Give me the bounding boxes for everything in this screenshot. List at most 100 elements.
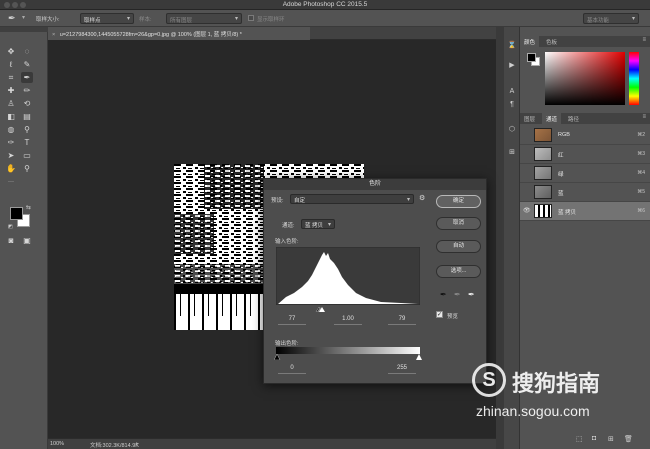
quick-select-tool-icon[interactable]: ✎: [21, 59, 33, 70]
cancel-button[interactable]: 取消: [436, 217, 481, 230]
document-tab[interactable]: × u=2127984300,1445055728fm=26&gp=0.jpg …: [48, 27, 310, 40]
channel-row-green[interactable]: 绿 ⌘4: [520, 164, 650, 183]
output-black-field[interactable]: 0: [278, 365, 306, 374]
eyedropper-tool-icon[interactable]: ✒: [21, 72, 33, 83]
sample-size-value: 取样点: [84, 18, 101, 24]
levels-dialog-title[interactable]: 色阶: [264, 179, 486, 190]
rectangle-tool-icon[interactable]: ▭: [21, 150, 33, 161]
blur-tool-icon[interactable]: ◍: [5, 124, 17, 135]
crop-tool-icon[interactable]: ⌗: [5, 72, 17, 83]
hue-slider[interactable]: [629, 52, 639, 105]
swap-colors-icon[interactable]: ⇆: [26, 204, 31, 211]
default-colors-icon[interactable]: ◩: [8, 224, 13, 230]
delete-channel-icon[interactable]: 🗑: [624, 435, 633, 443]
sample-select[interactable]: 所有图层: [166, 13, 242, 24]
input-levels-histogram: [276, 247, 420, 305]
input-levels-slider[interactable]: [276, 306, 420, 312]
options-button[interactable]: 选项...: [436, 265, 481, 278]
toolbar-grip[interactable]: [0, 27, 48, 32]
white-point-eyedropper-icon[interactable]: ✒: [468, 290, 475, 299]
channel-thumbnail: [534, 128, 552, 142]
input-levels-label: 输入色阶:: [275, 239, 299, 245]
eraser-tool-icon[interactable]: ◧: [5, 111, 17, 122]
actions-panel-icon[interactable]: ▶: [507, 61, 517, 71]
gradient-tool-icon[interactable]: ▤: [21, 111, 33, 122]
tab-channels[interactable]: 通道: [542, 113, 562, 124]
gray-point-eyedropper-icon[interactable]: ✒: [454, 290, 461, 299]
pen-tool-icon[interactable]: ✑: [5, 137, 17, 148]
healing-brush-tool-icon[interactable]: ✚: [5, 85, 17, 96]
color-saturation-field[interactable]: [545, 52, 625, 105]
hand-tool-icon[interactable]: ✋: [5, 163, 17, 174]
preset-select[interactable]: 自定: [290, 194, 414, 204]
channel-shortcut: ⌘6: [637, 208, 645, 214]
character-panel-icon[interactable]: A: [507, 87, 517, 97]
sample-size-select[interactable]: 取样点: [80, 13, 134, 24]
black-point-eyedropper-icon[interactable]: ✒: [440, 290, 447, 299]
output-black-handle[interactable]: [274, 354, 281, 360]
channel-name: 红: [558, 153, 564, 159]
input-white-field[interactable]: 79: [388, 316, 416, 325]
path-select-tool-icon[interactable]: ➤: [5, 150, 17, 161]
eyedropper-tool-icon[interactable]: ✒: [8, 13, 16, 24]
workspace-value: 基本功能: [587, 18, 610, 24]
close-document-icon[interactable]: ×: [52, 32, 55, 38]
channel-name: 绿: [558, 172, 564, 178]
channels-panel-menu-icon[interactable]: ≡: [642, 114, 646, 120]
marquee-tool-icon[interactable]: ◌: [21, 46, 33, 57]
preview-checkbox[interactable]: ✓: [436, 311, 443, 318]
color-panel-foreground-swatch[interactable]: [527, 53, 536, 62]
adjustments-panel-icon[interactable]: ⊞: [507, 148, 517, 158]
output-gradient-bar: [276, 347, 420, 354]
paragraph-panel-icon[interactable]: ¶: [507, 100, 517, 110]
quick-mask-icon[interactable]: ◙: [5, 235, 17, 246]
channel-select[interactable]: 蓝 拷贝: [301, 219, 335, 229]
sample-size-label: 取样大小:: [36, 17, 60, 23]
document-tab-bar: × u=2127984300,1445055728fm=26&gp=0.jpg …: [48, 27, 496, 40]
zoom-tool-icon[interactable]: ⚲: [21, 163, 33, 174]
screen-mode-icon[interactable]: ▣: [21, 235, 33, 246]
output-white-field[interactable]: 255: [388, 365, 416, 374]
tool-preset-chevron-icon[interactable]: ▾: [22, 14, 25, 21]
history-panel-icon[interactable]: ⌛: [507, 41, 517, 51]
type-tool-icon[interactable]: T: [21, 137, 33, 148]
lasso-tool-icon[interactable]: ℓ: [5, 59, 17, 70]
more-tools-icon[interactable]: ···: [5, 177, 17, 188]
show-ring-checkbox[interactable]: [248, 15, 254, 21]
tab-paths[interactable]: 路径: [564, 113, 583, 124]
tab-layers[interactable]: 图层: [520, 113, 539, 124]
channel-row-blue-copy[interactable]: 👁 蓝 拷贝 ⌘6: [520, 202, 650, 221]
tab-color[interactable]: 颜色: [520, 36, 540, 47]
channel-name: 蓝 拷贝: [558, 210, 577, 216]
load-selection-icon[interactable]: ⬚: [576, 435, 583, 443]
status-menu-arrow-icon[interactable]: ▸: [136, 441, 139, 447]
channel-row-red[interactable]: 红 ⌘3: [520, 145, 650, 164]
tab-swatches[interactable]: 色板: [542, 36, 561, 47]
channel-shortcut: ⌘5: [637, 189, 645, 195]
history-brush-tool-icon[interactable]: ⟲: [21, 98, 33, 109]
new-channel-icon[interactable]: ⊞: [608, 435, 614, 443]
input-black-field[interactable]: 77: [278, 316, 306, 325]
options-bar: ✒ ▾ 取样大小: 取样点 样本: 所有图层 显示取样环 基本功能: [0, 10, 650, 27]
zoom-level[interactable]: 100%: [50, 441, 64, 447]
channels-panel-tabs: 图层 通道 路径 ≡: [520, 113, 650, 124]
output-levels-slider[interactable]: [274, 354, 422, 360]
dodge-tool-icon[interactable]: ⚲: [21, 124, 33, 135]
channel-visibility-eye-icon[interactable]: 👁: [523, 207, 531, 214]
brush-tool-icon[interactable]: ✏: [21, 85, 33, 96]
channel-name: RGB: [558, 132, 570, 138]
workspace-select[interactable]: 基本功能: [583, 13, 639, 24]
3d-panel-icon[interactable]: ⬡: [507, 125, 517, 135]
preset-options-gear-icon[interactable]: ⚙: [419, 194, 425, 202]
ok-button[interactable]: 确定: [436, 195, 481, 208]
input-gamma-field[interactable]: 1.00: [334, 316, 362, 325]
foreground-color-swatch[interactable]: [10, 207, 23, 220]
channel-row-blue[interactable]: 蓝 ⌘5: [520, 183, 650, 202]
color-panel-menu-icon[interactable]: ≡: [642, 37, 646, 43]
auto-button[interactable]: 自动: [436, 240, 481, 253]
output-white-handle[interactable]: [416, 354, 422, 360]
move-tool-icon[interactable]: ✥: [5, 46, 17, 57]
channel-row-rgb[interactable]: RGB ⌘2: [520, 126, 650, 145]
clone-stamp-tool-icon[interactable]: ♙: [5, 98, 17, 109]
save-selection-icon[interactable]: ◘: [592, 435, 596, 442]
